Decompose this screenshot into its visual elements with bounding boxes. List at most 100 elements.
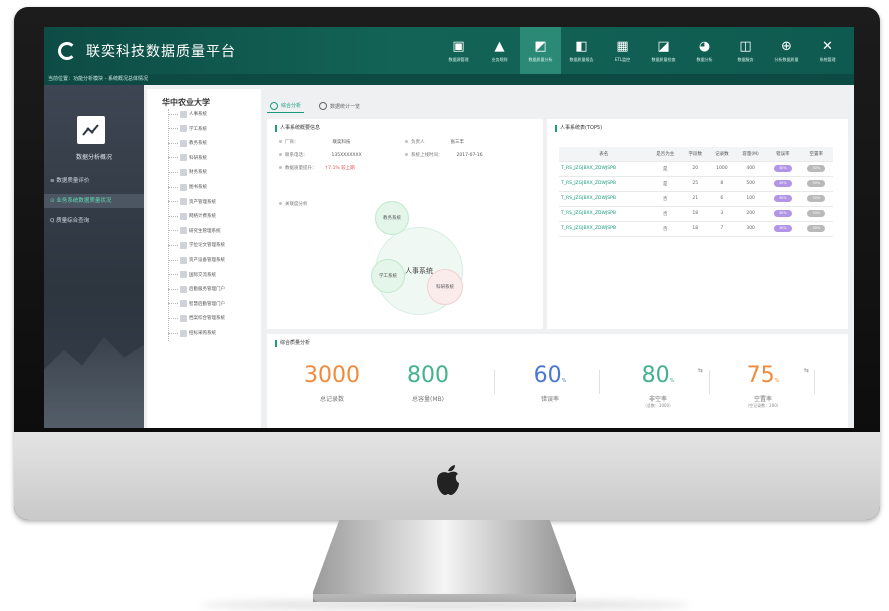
nav-item-8[interactable]: ⊕ 分析数据质量	[766, 27, 807, 74]
nav-label: 分析数据质量	[774, 57, 799, 62]
stat-label: 错误率	[540, 396, 559, 403]
tree-node[interactable]: 人事系统	[168, 109, 207, 119]
cell-error: 30%	[766, 191, 800, 207]
table-row[interactable]: T_RS_JZGJBXX_ZDWJSPB 是 20 1000 400 30% 30%	[559, 161, 833, 177]
cell-name[interactable]: T_RS_JZGJBXX_ZDWJSPB	[559, 206, 649, 222]
bubble-student[interactable]: 学工系统	[371, 259, 405, 293]
mountain-decoration	[44, 337, 144, 428]
tree-node[interactable]: 资产管理系统	[168, 197, 216, 207]
cell-primary: 否	[648, 191, 682, 207]
nav-label: 数据服务	[737, 57, 754, 62]
nav-item-5[interactable]: ◪ 数据质量检查	[643, 27, 684, 74]
tree-node[interactable]: 研究生管理系统	[168, 226, 221, 236]
stat-label: 总记录数	[319, 396, 344, 403]
column-header[interactable]: 容量(M)	[735, 147, 767, 162]
report-icon: ◧	[575, 38, 588, 54]
nav-item-3[interactable]: ◧ 数据质量报告	[561, 27, 602, 74]
nav-label: 数据源管理	[448, 57, 469, 62]
folder-icon	[180, 329, 187, 337]
bubble-research[interactable]: 科研系统	[427, 269, 463, 305]
tree-node-label: 后勤服务管理门户	[189, 287, 225, 293]
tree-node[interactable]: 财务系统	[168, 167, 207, 177]
tree-node[interactable]: 教务系统	[168, 138, 207, 148]
cell-name[interactable]: T_RS_JZGJBXX_ZDWJSPB	[559, 191, 649, 207]
tree-node[interactable]: 科研系统	[168, 153, 207, 163]
nav-item-6[interactable]: ◕ 数据分析	[684, 27, 725, 74]
column-header[interactable]: 字段数	[681, 147, 709, 162]
folder-icon	[180, 271, 187, 279]
logo-icon	[58, 41, 76, 60]
tree-node-label: 招标采购系统	[189, 331, 216, 336]
swap-icon[interactable]: ⇆	[804, 367, 809, 374]
nav-item-2[interactable]: ◩ 数据质量分析	[520, 27, 561, 74]
sidebar-item-0[interactable]: ≡ 数据质量评价	[44, 174, 144, 188]
folder-icon	[180, 314, 187, 322]
table-row[interactable]: T_RS_JZGJBXX_ZDWJSPB 是 25 8 500 30% 30%	[559, 176, 833, 192]
content-tabs: 综合分析 数据统计一览	[267, 99, 363, 113]
field-online-date: 系统上线时间： 2017-07-16	[405, 152, 483, 158]
table-row[interactable]: T_RS_JZGJBXX_ZDWJSPB 否 18 7 300 30% 30%	[559, 221, 833, 237]
sidebar-item-2[interactable]: Q 质量综合查询	[44, 214, 144, 228]
search-data-icon: ⊕	[781, 38, 792, 54]
cell-fields: 18	[681, 206, 709, 222]
tree-node-label: 国际交流系统	[189, 272, 216, 278]
relation-label: 关联度分析	[279, 201, 308, 207]
stat-value: 60%	[533, 363, 567, 388]
tab-0[interactable]: 综合分析	[267, 99, 305, 113]
field-quality-gain: 数据质量提升： ↑7.1% 较上期	[279, 165, 355, 171]
nav-item-9[interactable]: ✕ 系统管理	[807, 27, 848, 74]
tree-root[interactable]: 华中农业大学	[162, 97, 210, 108]
stat-card: 3000 总记录数	[287, 363, 377, 403]
tree-node[interactable]: 图书系统	[168, 182, 207, 192]
tree-node[interactable]: 学工系统	[168, 124, 207, 134]
bubble-teaching[interactable]: 教务系统	[375, 201, 409, 235]
tree-node[interactable]: 网络计费系统	[168, 211, 216, 221]
empty-badge: 30%	[807, 180, 826, 187]
cell-records: 8	[708, 176, 736, 192]
column-header[interactable]: 错误率	[766, 147, 800, 162]
cell-name[interactable]: T_RS_JZGJBXX_ZDWJSPB	[559, 221, 649, 237]
table-row[interactable]: T_RS_JZGJBXX_ZDWJSPB 否 18 3 200 30% 30%	[559, 206, 833, 222]
tree-node[interactable]: 智慧后勤管理门户	[168, 299, 225, 309]
cell-name[interactable]: T_RS_JZGJBXX_ZDWJSPB	[559, 176, 649, 192]
cell-name[interactable]: T_RS_JZGJBXX_ZDWJSPB	[559, 161, 649, 177]
top-tables-card: 人事系统表(TOP5) 表名 是否为主 字段数 记录数 容量(M) 错误率 空置率 T_RS…	[547, 119, 848, 329]
nav-item-7[interactable]: ◫ 数据服务	[725, 27, 766, 74]
stat-note: （空记录数：200）	[745, 403, 781, 408]
cell-records: 6	[708, 191, 736, 207]
tree-node-label: 智慧后勤管理门户	[189, 301, 225, 307]
table-row[interactable]: T_RS_JZGJBXX_ZDWJSPB 否 21 6 100 30% 30%	[559, 191, 833, 207]
tree-node-label: 学工系统	[189, 126, 207, 132]
swap-icon[interactable]: ⇆	[698, 367, 703, 374]
tree-node[interactable]: 后勤服务管理门户	[168, 284, 225, 294]
nav-item-4[interactable]: ▦ ETL监控	[602, 27, 643, 74]
nav-item-1[interactable]: ▲ 业务规则	[479, 27, 520, 74]
check-chart-icon: ◪	[657, 38, 670, 54]
stat-value: 800	[407, 363, 449, 388]
column-header[interactable]: 记录数	[708, 147, 736, 162]
tree-node-label: 教务系统	[189, 141, 207, 147]
column-header[interactable]: 表名	[559, 147, 649, 162]
nav-label: 数据质量分析	[528, 57, 553, 62]
cell-fields: 20	[681, 161, 709, 177]
cell-size: 100	[735, 191, 767, 207]
tree-node[interactable]: 资产设备管理系统	[168, 255, 225, 265]
stat-value: 75%	[746, 363, 780, 388]
tree-node-label: 科研系统	[189, 155, 207, 161]
monitor-stand	[313, 520, 576, 602]
tree-node[interactable]: 学位论文管理系统	[168, 240, 225, 250]
tab-1[interactable]: 数据统计一览	[316, 99, 363, 113]
globe-icon	[270, 101, 278, 110]
column-header[interactable]: 是否为主	[648, 147, 682, 162]
nav-item-0[interactable]: ▣ 数据源管理	[438, 27, 479, 74]
tree-node-label: 图书系统	[189, 185, 207, 190]
folder-icon	[180, 300, 187, 308]
service-icon: ◫	[739, 38, 752, 54]
tree-node[interactable]: 招标采购系统	[168, 328, 216, 338]
stat-label: 总容量(MB)	[412, 396, 444, 403]
column-header[interactable]: 空置率	[799, 147, 833, 162]
field-owner: 负责人 张三丰	[405, 139, 464, 145]
tree-node[interactable]: 国际交流系统	[168, 270, 216, 280]
tree-node[interactable]: 档案综合管理系统	[168, 313, 225, 323]
sidebar-item-1[interactable]: ⊙ 业务系统数据质量状况	[44, 194, 144, 208]
